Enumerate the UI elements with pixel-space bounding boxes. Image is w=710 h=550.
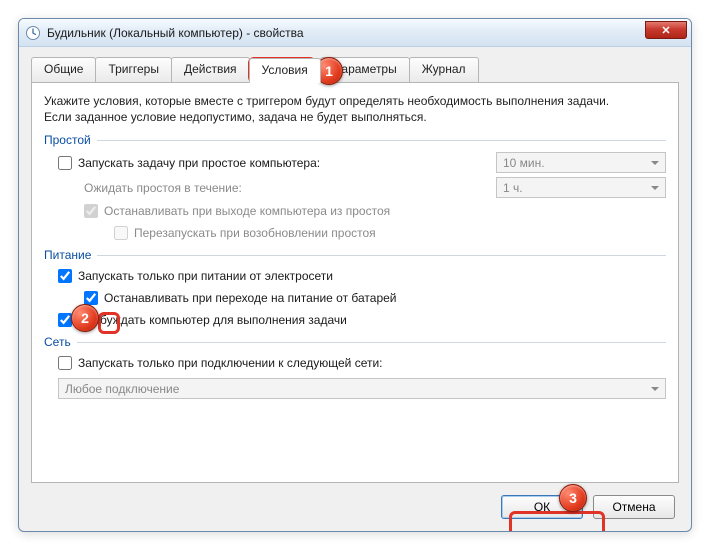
lbl-only-if-network: Запускать только при подключении к следу…	[78, 356, 383, 370]
lbl-stop-if-not-idle: Останавливать при выходе компьютера из п…	[104, 204, 390, 218]
close-icon: ✕	[661, 24, 670, 37]
group-power: Питание	[44, 248, 666, 262]
cb-start-if-idle[interactable]	[58, 156, 72, 170]
button-bar: ОК Отмена	[501, 495, 675, 519]
combo-idle-duration: 10 мин.	[496, 152, 666, 173]
ok-button[interactable]: ОК	[501, 495, 583, 519]
cancel-button[interactable]: Отмена	[593, 495, 675, 519]
combo-wait-idle: 1 ч.	[496, 177, 666, 198]
cb-stop-if-not-idle	[84, 204, 98, 218]
window-title: Будильник (Локальный компьютер) - свойст…	[47, 26, 304, 40]
group-network-label: Сеть	[44, 335, 71, 349]
tab-triggers[interactable]: Триггеры	[95, 57, 172, 82]
tab-actions[interactable]: Действия	[171, 57, 250, 82]
description: Укажите условия, которые вместе с тригге…	[44, 93, 666, 125]
cb-only-if-network[interactable]	[58, 356, 72, 370]
lbl-start-if-idle: Запускать задачу при простое компьютера:	[78, 156, 320, 170]
clock-icon	[25, 25, 41, 41]
tab-conditions[interactable]: Условия	[249, 58, 321, 83]
tab-general[interactable]: Общие	[31, 57, 96, 82]
lbl-stop-on-battery: Останавливать при переходе на питание от…	[104, 291, 397, 305]
tab-strip: Общие Триггеры Действия Условия Параметр…	[31, 57, 679, 83]
tab-content-conditions: Укажите условия, которые вместе с тригге…	[31, 83, 679, 483]
cb-wake-to-run[interactable]	[58, 313, 72, 327]
group-power-label: Питание	[44, 248, 91, 262]
lbl-restart-if-idle: Перезапускать при возобновлении простоя	[134, 226, 376, 240]
cb-stop-on-battery[interactable]	[84, 291, 98, 305]
properties-dialog: Будильник (Локальный компьютер) - свойст…	[18, 18, 692, 532]
lbl-only-on-ac: Запускать только при питании от электрос…	[78, 269, 333, 283]
desc-line-1: Укажите условия, которые вместе с тригге…	[44, 94, 609, 108]
tab-journal[interactable]: Журнал	[409, 57, 479, 82]
lbl-wait-idle: Ожидать простоя в течение:	[84, 181, 242, 195]
close-button[interactable]: ✕	[645, 21, 687, 39]
desc-line-2: Если заданное условие недопустимо, задач…	[44, 110, 427, 124]
titlebar[interactable]: Будильник (Локальный компьютер) - свойст…	[19, 19, 691, 47]
cb-only-on-ac[interactable]	[58, 269, 72, 283]
tab-parameters[interactable]: Параметры	[320, 57, 410, 82]
combo-network: Любое подключение	[58, 378, 666, 399]
group-network: Сеть	[44, 335, 666, 349]
group-idle: Простой	[44, 133, 666, 147]
lbl-wake-to-run: Пробуждать компьютер для выполнения зада…	[78, 313, 347, 327]
cb-restart-if-idle	[114, 226, 128, 240]
group-idle-label: Простой	[44, 133, 91, 147]
